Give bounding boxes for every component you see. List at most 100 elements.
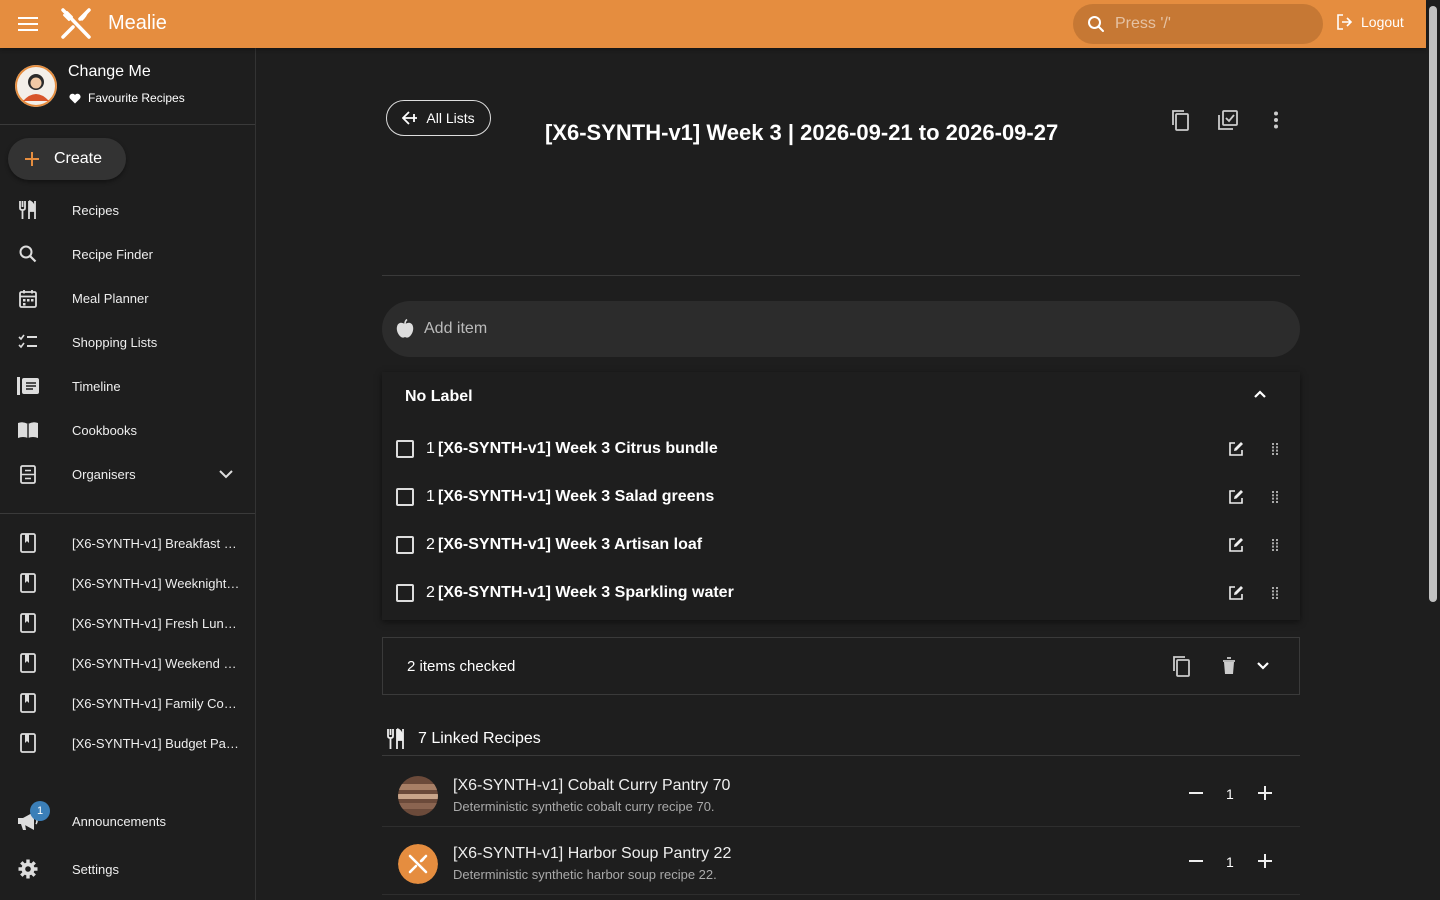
create-button[interactable]: Create <box>8 138 126 180</box>
sidebar: Change Me Favourite Recipes Create Recip… <box>0 48 256 900</box>
linked-recipe-row[interactable]: [X6-SYNTH-v1] Harbor Soup Pantry 22 Dete… <box>382 833 1300 895</box>
linked-recipes-title: 7 Linked Recipes <box>418 730 541 747</box>
sidebar-item-label: [X6-SYNTH-v1] Weeknight Dinners <box>72 575 240 591</box>
checkbox-multiple-icon <box>1217 109 1239 131</box>
expand-checked-button[interactable] <box>1249 652 1277 680</box>
sidebar-item-timeline[interactable]: Timeline <box>0 364 255 408</box>
checked-items-panel[interactable]: 2 items checked <box>382 637 1300 695</box>
item-name: [X6-SYNTH-v1] Week 3 Citrus bundle <box>438 440 718 457</box>
plus-icon[interactable] <box>1256 852 1274 870</box>
item-checkbox[interactable] <box>396 584 414 602</box>
sidebar-item-label: Cookbooks <box>72 422 138 438</box>
sidebar-cookbook-item[interactable]: [X6-SYNTH-v1] Weeknight Dinners <box>0 561 255 605</box>
recipe-name[interactable]: [X6-SYNTH-v1] Cobalt Curry Pantry 70 <box>453 777 730 795</box>
item-name: [X6-SYNTH-v1] Week 3 Sparkling water <box>438 584 734 601</box>
sidebar-cookbook-item[interactable]: [X6-SYNTH-v1] Breakfast Classics <box>0 521 255 565</box>
chevron-down-icon[interactable] <box>218 469 234 479</box>
logout-button[interactable]: Logout <box>1336 14 1404 30</box>
drag-handle-icon[interactable] <box>1272 491 1280 503</box>
bookmark-book-icon <box>16 691 40 715</box>
section-divider <box>382 275 1300 276</box>
favourite-label: Favourite Recipes <box>88 91 185 105</box>
recipe-description: Deterministic synthetic cobalt curry rec… <box>453 799 715 814</box>
sidebar-item-label: [X6-SYNTH-v1] Family Cooking <box>72 695 240 711</box>
sidebar-item-recipe-finder[interactable]: Recipe Finder <box>0 232 255 276</box>
drag-handle-icon[interactable] <box>1272 587 1280 599</box>
bookmark-book-icon <box>16 571 40 595</box>
sidebar-item-label: Shopping Lists <box>72 334 158 350</box>
recipe-name[interactable]: [X6-SYNTH-v1] Harbor Soup Pantry 22 <box>453 845 731 863</box>
edit-icon[interactable] <box>1228 489 1244 505</box>
list-item: 1 [X6-SYNTH-v1] Week 3 Citrus bundle <box>382 425 1300 473</box>
sidebar-item-label: Announcements <box>72 813 166 829</box>
linked-recipes-header: 7 Linked Recipes <box>382 726 1300 756</box>
item-checkbox[interactable] <box>396 488 414 506</box>
item-checkbox[interactable] <box>396 440 414 458</box>
checklist-icon <box>16 330 40 354</box>
item-quantity: 1 <box>426 488 435 505</box>
sidebar-item-label: [X6-SYNTH-v1] Breakfast Classics <box>72 535 240 551</box>
mealie-logo-icon[interactable] <box>58 6 94 42</box>
sidebar-cookbook-item[interactable]: [X6-SYNTH-v1] Family Cooking <box>0 681 255 725</box>
search-icon <box>1087 15 1105 33</box>
add-item-input[interactable] <box>424 320 1224 338</box>
favourite-recipes-link[interactable]: Favourite Recipes <box>69 91 185 105</box>
scrollbar-thumb[interactable] <box>1429 6 1437 602</box>
search-input[interactable] <box>1115 15 1305 33</box>
drag-handle-icon[interactable] <box>1272 443 1280 455</box>
item-quantity: 1 <box>426 440 435 457</box>
recipe-description: Deterministic synthetic harbor soup reci… <box>453 867 717 882</box>
drag-handle-icon[interactable] <box>1272 539 1280 551</box>
sidebar-item-organisers[interactable]: Organisers <box>0 452 255 496</box>
list-item: 2 [X6-SYNTH-v1] Week 3 Artisan loaf <box>382 521 1300 569</box>
trash-icon <box>1222 657 1236 675</box>
linked-recipe-row[interactable]: [X6-SYNTH-v1] Cobalt Curry Pantry 70 Det… <box>382 765 1300 827</box>
edit-icon[interactable] <box>1228 537 1244 553</box>
item-quantity: 2 <box>426 536 435 553</box>
copy-list-button[interactable] <box>1166 106 1194 134</box>
app-bar: Mealie Logout <box>0 0 1426 48</box>
add-item-field[interactable] <box>382 301 1300 357</box>
create-label: Create <box>54 150 103 167</box>
plus-icon[interactable] <box>1256 784 1274 802</box>
sidebar-cookbook-item[interactable]: [X6-SYNTH-v1] Budget Pantry <box>0 721 255 765</box>
logout-label: Logout <box>1361 14 1404 30</box>
item-checkbox[interactable] <box>396 536 414 554</box>
app-title[interactable]: Mealie <box>108 12 167 35</box>
sidebar-item-cookbooks[interactable]: Cookbooks <box>0 408 255 452</box>
all-lists-button[interactable]: All Lists <box>386 100 491 136</box>
sidebar-item-label: [X6-SYNTH-v1] Fresh Lunches <box>72 615 240 631</box>
sidebar-cookbook-item[interactable]: [X6-SYNTH-v1] Weekend Baking <box>0 641 255 685</box>
sidebar-item-shopping-lists[interactable]: Shopping Lists <box>0 320 255 364</box>
page-scrollbar[interactable] <box>1426 0 1440 900</box>
sidebar-item-label: [X6-SYNTH-v1] Budget Pantry <box>72 735 240 751</box>
edit-icon[interactable] <box>1228 441 1244 457</box>
sidebar-item-label: [X6-SYNTH-v1] Weekend Baking <box>72 655 240 671</box>
copy-checked-button[interactable] <box>1167 652 1195 680</box>
page-title: [X6-SYNTH-v1] Week 3 | 2026-09-21 to 202… <box>545 120 1059 145</box>
sidebar-cookbook-item[interactable]: [X6-SYNTH-v1] Fresh Lunches <box>0 601 255 645</box>
sidebar-item-meal-planner[interactable]: Meal Planner <box>0 276 255 320</box>
logout-icon <box>1336 14 1353 30</box>
sidebar-item-announcements[interactable]: 1 Announcements <box>0 799 255 843</box>
sidebar-item-settings[interactable]: Settings <box>0 847 255 891</box>
minus-icon[interactable] <box>1187 784 1205 802</box>
book-open-icon <box>16 418 40 442</box>
menu-icon[interactable] <box>14 12 42 36</box>
sidebar-item-recipes[interactable]: Recipes <box>0 188 255 232</box>
sidebar-item-label: Timeline <box>72 378 121 394</box>
label-group-panel: No Label 1 [X6-SYNTH-v1] Week 3 Citrus b… <box>382 372 1300 620</box>
avatar[interactable] <box>15 65 57 107</box>
check-all-button[interactable] <box>1214 106 1242 134</box>
delete-checked-button[interactable] <box>1215 652 1243 680</box>
chevron-up-icon[interactable] <box>1252 386 1268 402</box>
more-options-button[interactable] <box>1262 106 1290 134</box>
sidebar-item-label: Settings <box>72 861 119 877</box>
search-bar[interactable] <box>1073 4 1323 44</box>
list-item: 1 [X6-SYNTH-v1] Week 3 Salad greens <box>382 473 1300 521</box>
recipe-quantity: 1 <box>1226 786 1234 802</box>
edit-icon[interactable] <box>1228 585 1244 601</box>
fork-knife-icon <box>16 198 40 222</box>
user-name: Change Me <box>68 63 151 80</box>
minus-icon[interactable] <box>1187 852 1205 870</box>
